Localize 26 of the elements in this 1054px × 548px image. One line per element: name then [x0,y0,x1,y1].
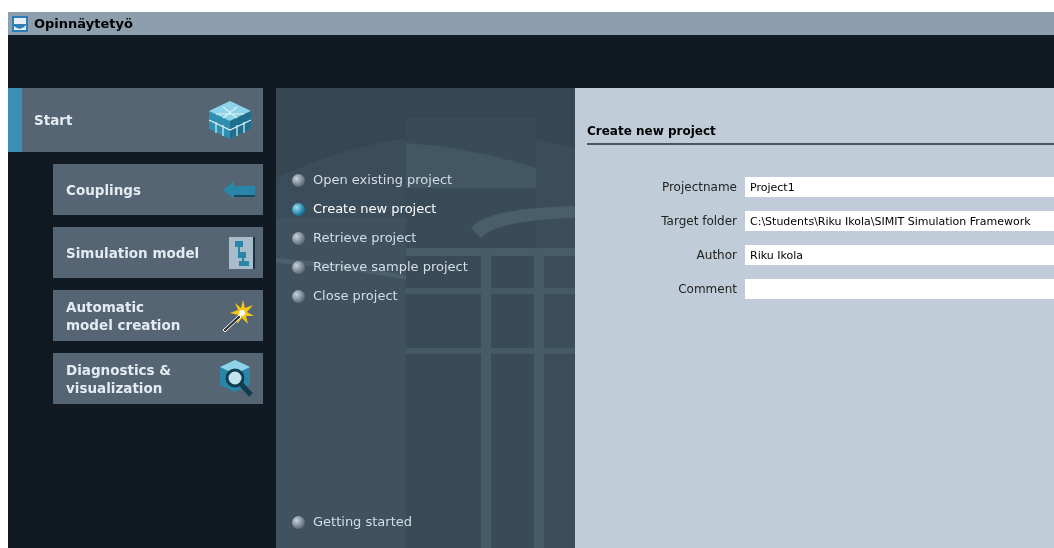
nav-item[interactable]: Simulation model [53,227,263,278]
action-link[interactable]: Open existing project [292,168,575,192]
nav-item[interactable]: Couplings [53,164,263,215]
action-link[interactable]: Retrieve sample project [292,255,575,279]
field-label: Target folder [660,213,737,230]
flowchart-icon [229,236,255,269]
action-link[interactable]: Getting started [292,510,575,534]
section-heading: Create new project [587,124,716,138]
input-field[interactable] [745,279,1054,299]
input-field[interactable]: C:\Students\Riku Ikola\SIMIT Simulation Framework [745,211,1054,231]
nav-item[interactable]: Start [8,88,263,152]
app-icon [12,15,28,32]
action-link[interactable]: Create new project [292,197,575,221]
input-field[interactable]: Riku Ikola [745,245,1054,265]
cube-grid-icon [207,99,253,141]
field-label: Comment [677,281,737,298]
magnifier-icon [219,358,255,399]
window-title: Opinnäytetyö [34,14,133,33]
field-label: Author [695,247,737,264]
field-label: Projectname [660,179,737,196]
nav-item[interactable]: Diagnostics & visualization [53,353,263,404]
action-link[interactable]: Close project [292,284,575,308]
arrow-left-icon [223,179,255,200]
action-link[interactable]: Retrieve project [292,226,575,250]
input-field[interactable]: Project1 [745,177,1054,197]
nav-item[interactable]: Automatic model creation [53,290,263,341]
